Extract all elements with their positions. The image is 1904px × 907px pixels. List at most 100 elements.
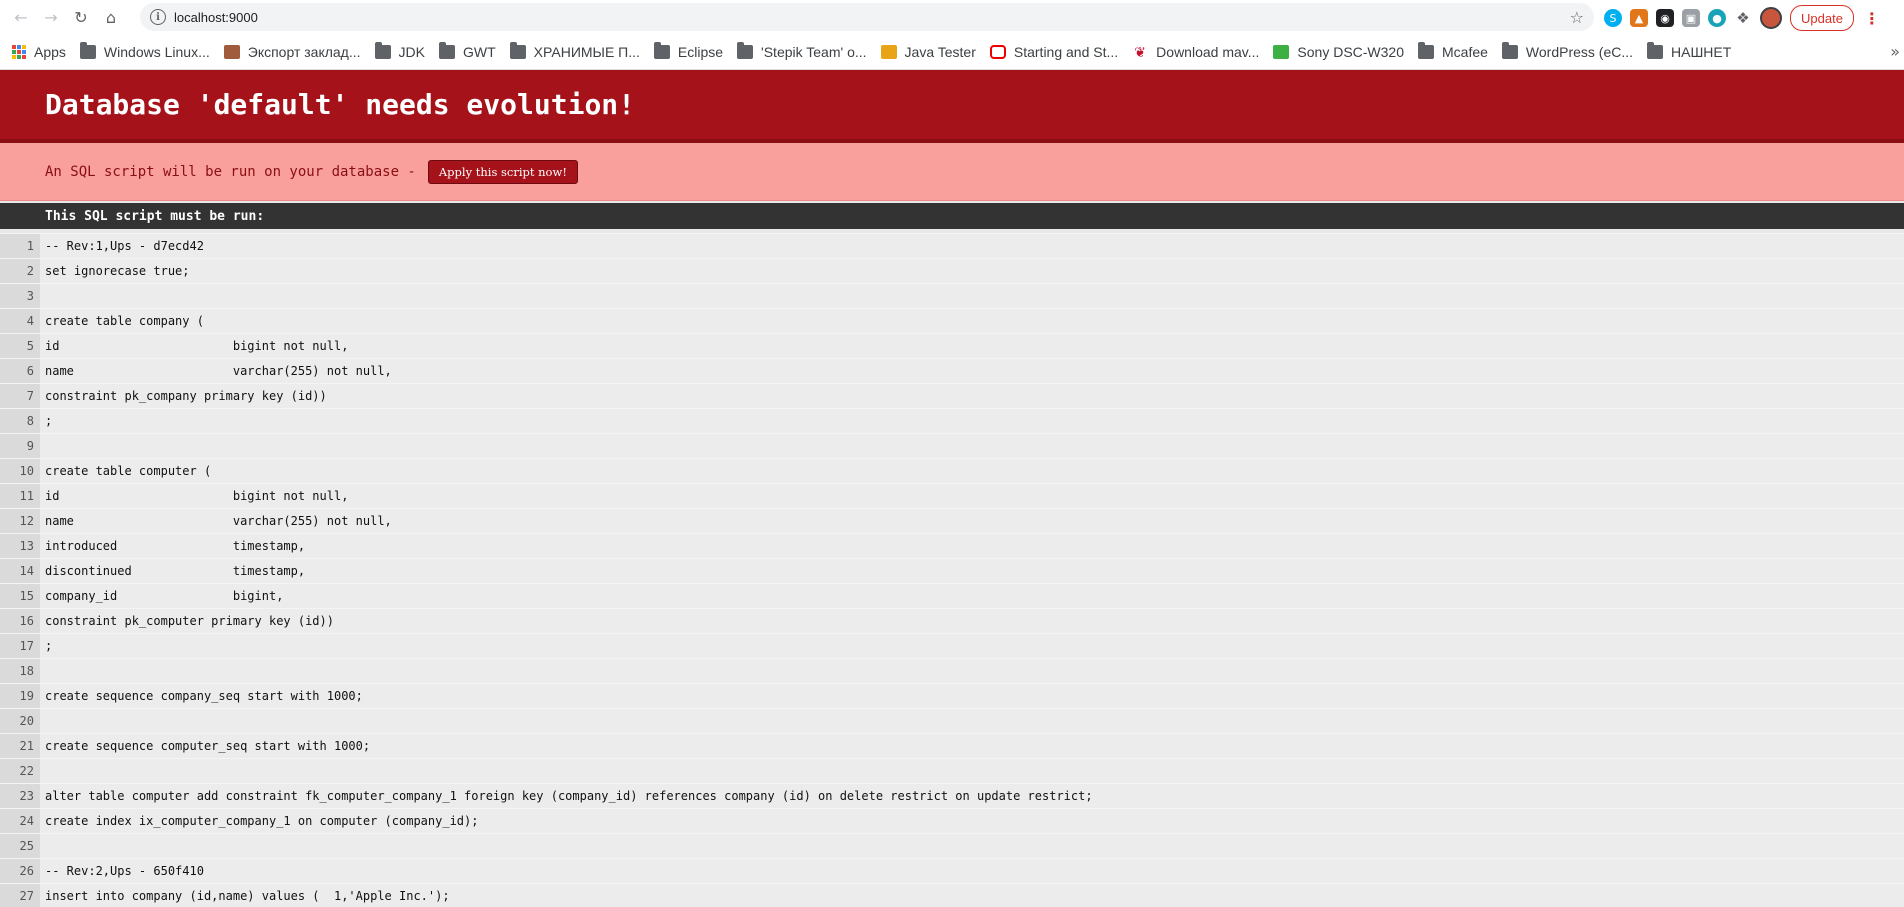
bookmark-apps[interactable]: Apps (12, 44, 66, 60)
line-number: 20 (0, 709, 40, 733)
page-title: Database 'default' needs evolution! (45, 88, 636, 121)
bookmark-windows-linux[interactable]: Windows Linux... (79, 41, 210, 60)
forward-arrow-icon[interactable]: → (38, 4, 64, 30)
folder-icon (438, 41, 455, 59)
line-number: 9 (0, 434, 40, 458)
bookmark-jdk[interactable]: JDK (374, 41, 425, 60)
bookmark-label: Windows Linux... (103, 43, 210, 60)
bookmark-export[interactable]: Экспорт заклад... (223, 44, 361, 60)
sony-icon (1273, 44, 1290, 59)
script-line: 25 (0, 833, 1904, 858)
bookmark-label: Sony DSC-W320 (1297, 43, 1404, 60)
line-number: 14 (0, 559, 40, 583)
metamask-fox-icon[interactable]: ▲ (1630, 9, 1648, 27)
line-code: constraint pk_computer primary key (id)) (40, 609, 1904, 633)
bookmark-wordpress[interactable]: WordPress (eC... (1501, 41, 1633, 60)
script-line: 2 set ignorecase true; (0, 258, 1904, 283)
url-text[interactable]: localhost:9000 (174, 10, 258, 25)
bookmark-nashnet[interactable]: НАШНЕТ (1647, 41, 1731, 60)
script-line: 17; (0, 633, 1904, 658)
line-code: constraint pk_company primary key (id)) (40, 384, 1904, 408)
bookmark-starting-and-stopping[interactable]: Starting and St... (989, 44, 1118, 60)
line-number: 5 (0, 334, 40, 358)
script-header: This SQL script must be run: (0, 203, 1904, 229)
bookmarks-overflow-icon[interactable]: » (1890, 42, 1900, 61)
line-code: -- Rev:2,Ups - 650f410 (40, 859, 1904, 883)
line-code (40, 284, 1904, 308)
bookmark-sony[interactable]: Sony DSC-W320 (1273, 44, 1404, 60)
script-line: 8; (0, 408, 1904, 433)
line-number: 6 (0, 359, 40, 383)
folder-icon (737, 41, 754, 59)
line-number: 22 (0, 759, 40, 783)
skype-icon[interactable]: S (1604, 9, 1622, 27)
back-arrow-icon[interactable]: ← (8, 4, 34, 30)
extension-screen-icon[interactable]: ▣ (1682, 9, 1700, 27)
bookmark-download-maven[interactable]: ❦ Download mav... (1132, 44, 1259, 60)
line-code: create table computer ( (40, 459, 1904, 483)
bookmark-star-icon[interactable]: ☆ (1570, 8, 1584, 27)
bookmark-stored-procedures[interactable]: ХРАНИМЫЕ П... (509, 41, 640, 60)
line-code: -- Rev:1,Ups - d7ecd42 (40, 234, 1904, 258)
script-line: 14 discontinued timestamp, (0, 558, 1904, 583)
apps-grid-icon (12, 44, 26, 59)
script-line: 4 create table company ( (0, 308, 1904, 333)
folder-icon (79, 41, 96, 59)
line-number: 26 (0, 859, 40, 883)
line-code: company_id bigint, (40, 584, 1904, 608)
extensions-area: S ▲ ◉ ▣ ● ❖ Update ⋮ (1604, 5, 1880, 31)
folder-icon (1647, 41, 1664, 59)
menu-kebab-icon[interactable]: ⋮ (1864, 9, 1880, 28)
line-code: ; (40, 409, 1904, 433)
line-number: 23 (0, 784, 40, 808)
line-number: 8 (0, 409, 40, 433)
site-info-icon[interactable]: i (150, 9, 166, 25)
script-line: 5 id bigint not null, (0, 333, 1904, 358)
script-line: 20 (0, 708, 1904, 733)
line-number: 24 (0, 809, 40, 833)
home-icon[interactable]: ⌂ (98, 4, 124, 30)
line-number: 27 (0, 884, 40, 907)
script-line: 21 create sequence computer_seq start wit… (0, 733, 1904, 758)
line-code: ; (40, 634, 1904, 658)
bookmark-gwt[interactable]: GWT (438, 41, 496, 60)
line-number: 13 (0, 534, 40, 558)
bookmark-mcafee[interactable]: Mcafee (1418, 41, 1488, 60)
apply-script-button[interactable]: Apply this script now! (427, 159, 578, 184)
bookmark-label: Apps (34, 43, 66, 60)
script-line: 11 id bigint not null, (0, 483, 1904, 508)
script-line: 19 create sequence company_seq start with… (0, 683, 1904, 708)
bookmark-label: 'Stepik Team' o... (761, 43, 867, 60)
location-pin-icon[interactable]: ● (1708, 9, 1726, 27)
update-label: Update (1801, 10, 1843, 26)
line-code: discontinued timestamp, (40, 559, 1904, 583)
bookmark-java-tester[interactable]: Java Tester (880, 43, 976, 60)
line-number: 4 (0, 309, 40, 333)
profile-avatar[interactable] (1760, 7, 1782, 29)
line-code: name varchar(255) not null, (40, 359, 1904, 383)
line-code (40, 759, 1904, 783)
line-code (40, 709, 1904, 733)
bookmark-eclipse[interactable]: Eclipse (653, 41, 723, 60)
update-button[interactable]: Update (1790, 5, 1854, 31)
folder-icon (1418, 41, 1434, 59)
line-code: create table company ( (40, 309, 1904, 333)
line-code (40, 659, 1904, 683)
puzzle-extensions-icon[interactable]: ❖ (1734, 9, 1752, 27)
script-line: 12 name varchar(255) not null, (0, 508, 1904, 533)
bookmark-stepik[interactable]: 'Stepik Team' o... (737, 41, 867, 60)
bookmark-label: ХРАНИМЫЕ П... (533, 43, 640, 60)
extension-mask-icon[interactable]: ◉ (1656, 9, 1674, 27)
script-line: 10 create table computer ( (0, 458, 1904, 483)
browser-toolbar: ← → ↻ ⌂ i localhost:9000 ☆ S ▲ ◉ ▣ ● ❖ U… (0, 0, 1904, 34)
address-bar[interactable]: i localhost:9000 ☆ (140, 3, 1594, 31)
bookmarks-bar: Apps Windows Linux... Экспорт заклад... … (0, 34, 1904, 70)
reload-icon[interactable]: ↻ (68, 4, 94, 30)
bookmark-label: GWT (462, 43, 496, 60)
oracle-icon (989, 44, 1006, 59)
notice-text: An SQL script will be run on your databa… (45, 163, 416, 180)
line-code (40, 434, 1904, 458)
folder-icon (509, 41, 526, 59)
line-number: 18 (0, 659, 40, 683)
bookmark-label: Java Tester (904, 43, 976, 60)
